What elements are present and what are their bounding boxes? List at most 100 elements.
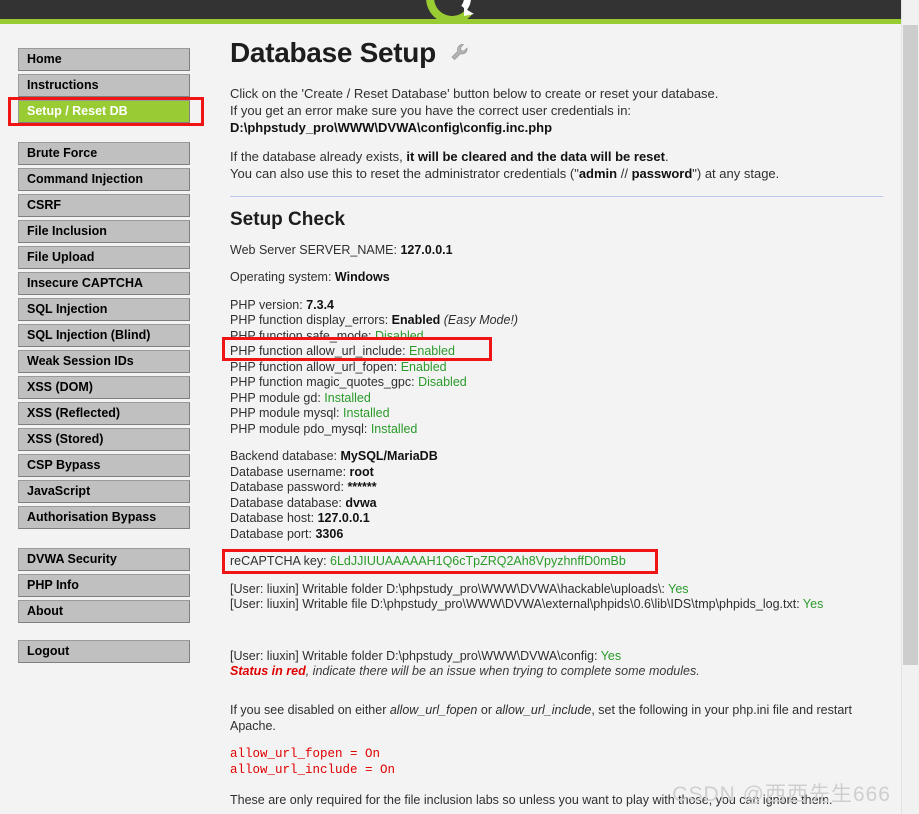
sidebar-item-xss-dom[interactable]: XSS (DOM)	[18, 376, 190, 399]
db-username-row: Database username: root	[230, 465, 885, 481]
module-mysql-label: PHP module mysql:	[230, 406, 344, 421]
default-username: admin	[578, 165, 618, 181]
php-checks-block: PHP version: 7.3.4 PHP function display_…	[230, 298, 885, 438]
main-navigation: Home Instructions Setup / Reset DB Brute…	[18, 48, 190, 666]
db-host-row: Database host: 127.0.0.1	[230, 511, 885, 527]
sidebar-item-authorisation-bypass[interactable]: Authorisation Bypass	[18, 506, 190, 529]
writable-phpids-label: [User: liuxin] Writable file D:\phpstudy…	[230, 597, 803, 612]
db-port-row: Database port: 3306	[230, 527, 885, 543]
writable-block-2: [User: liuxin] Writable folder D:\phpstu…	[230, 649, 885, 680]
nav-group-session: Logout	[18, 640, 190, 663]
module-gd-label: PHP module gd:	[230, 390, 325, 405]
browser-viewport: Home Instructions Setup / Reset DB Brute…	[0, 0, 919, 814]
sidebar-item-dvwa-security[interactable]: DVWA Security	[18, 548, 190, 571]
writable-uploads-row: [User: liuxin] Writable folder D:\phpstu…	[230, 582, 885, 598]
recaptcha-value: 6LdJJIUUAAAAAH1Q6cTpZRQ2Ah8VpyzhnffD0mBb	[330, 554, 626, 569]
module-pdo-mysql-label: PHP module pdo_mysql:	[230, 421, 371, 436]
allow-url-fopen-label: PHP function allow_url_fopen:	[230, 359, 401, 374]
writable-config-row: [User: liuxin] Writable folder D:\phpstu…	[230, 649, 885, 665]
safe-mode-value: Disabled	[375, 328, 424, 343]
nav-group-vulnerabilities: Brute Force Command Injection CSRF File …	[18, 142, 190, 529]
recaptcha-block: reCAPTCHA key: 6LdJJIUUAAAAAH1Q6cTpZRQ2A…	[230, 554, 885, 570]
db-host-label: Database host:	[230, 511, 318, 526]
writable-phpids-value: Yes	[802, 597, 824, 612]
db-username-label: Database username:	[230, 464, 350, 479]
allow-url-include-label: PHP function allow_url_include:	[230, 344, 410, 359]
safe-mode-row: PHP function safe_mode: Disabled	[230, 329, 885, 345]
db-password-row: Database password: ******	[230, 480, 885, 496]
backend-database-value: MySQL/MariaDB	[340, 449, 438, 464]
allow-url-include-row: PHP function allow_url_include: Enabled	[230, 344, 885, 360]
allow-url-include-value: Enabled	[409, 344, 455, 359]
sidebar-item-about[interactable]: About	[18, 600, 190, 623]
intro-line-1: Click on the 'Create / Reset Database' b…	[230, 85, 719, 101]
vertical-scrollbar-track[interactable]	[901, 0, 919, 814]
sidebar-item-javascript[interactable]: JavaScript	[18, 480, 190, 503]
sidebar-item-xss-reflected[interactable]: XSS (Reflected)	[18, 402, 190, 425]
disabled-note-include: allow_url_include	[495, 702, 592, 717]
disabled-note-b: or	[477, 702, 496, 717]
db-port-label: Database port:	[230, 526, 316, 541]
default-password: password	[631, 165, 693, 181]
main-content: Database Setup Click on the 'Create / Re…	[230, 37, 885, 814]
sidebar-item-sql-injection[interactable]: SQL Injection	[18, 298, 190, 321]
sidebar-item-brute-force[interactable]: Brute Force	[18, 142, 190, 165]
php-version-label: PHP version:	[230, 297, 307, 312]
magic-quotes-value: Disabled	[418, 375, 467, 390]
disabled-note-fopen: allow_url_fopen	[389, 702, 478, 717]
nav-group-main: Home Instructions Setup / Reset DB	[18, 48, 190, 123]
php-version-value: 7.3.4	[306, 297, 335, 312]
section-divider	[230, 195, 883, 197]
sidebar-item-csp-bypass[interactable]: CSP Bypass	[18, 454, 190, 477]
php-ini-snippet: allow_url_fopen = On allow_url_include = …	[230, 746, 885, 778]
sidebar-item-setup-reset-db[interactable]: Setup / Reset DB	[18, 100, 190, 123]
db-database-value: dvwa	[345, 495, 377, 510]
intro-paragraph-1: Click on the 'Create / Reset Database' b…	[230, 85, 885, 136]
display-errors-value: Enabled	[391, 313, 441, 328]
setup-check-heading: Setup Check	[230, 208, 346, 230]
module-gd-row: PHP module gd: Installed	[230, 391, 885, 407]
status-red-bold: Status in red	[230, 664, 306, 679]
module-pdo-mysql-row: PHP module pdo_mysql: Installed	[230, 422, 885, 438]
php-version-row: PHP version: 7.3.4	[230, 298, 885, 314]
module-mysql-value: Installed	[343, 406, 390, 421]
writable-config-value: Yes	[600, 648, 622, 663]
intro-paragraph-2: If the database already exists, it will …	[230, 148, 885, 182]
sidebar-item-instructions[interactable]: Instructions	[18, 74, 190, 97]
page-title-text: Database Setup	[230, 37, 436, 68]
config-path: D:\phpstudy_pro\WWW\DVWA\config\config.i…	[230, 119, 553, 135]
server-name-label: Web Server SERVER_NAME:	[230, 242, 401, 257]
sidebar-item-csrf[interactable]: CSRF	[18, 194, 190, 217]
sidebar-item-home[interactable]: Home	[18, 48, 190, 71]
status-red-note: Status in red, indicate there will be an…	[230, 664, 885, 680]
sidebar-item-file-upload[interactable]: File Upload	[18, 246, 190, 269]
os-label: Operating system:	[230, 270, 335, 285]
nav-divider-1	[18, 126, 190, 142]
database-block: Backend database: MySQL/MariaDB Database…	[230, 449, 885, 542]
vertical-scrollbar-thumb[interactable]	[903, 25, 918, 665]
watermark: CSDN @西西先生666	[672, 783, 891, 806]
db-database-label: Database database:	[230, 495, 346, 510]
wrench-icon	[449, 40, 471, 71]
sidebar-item-command-injection[interactable]: Command Injection	[18, 168, 190, 191]
server-name-row: Web Server SERVER_NAME: 127.0.0.1	[230, 243, 885, 259]
sidebar-item-xss-stored[interactable]: XSS (Stored)	[18, 428, 190, 451]
sidebar-item-sql-injection-blind[interactable]: SQL Injection (Blind)	[18, 324, 190, 347]
sidebar-item-php-info[interactable]: PHP Info	[18, 574, 190, 597]
writable-config-label: [User: liuxin] Writable folder D:\phpstu…	[230, 648, 601, 663]
operating-system-row: Operating system: Windows	[230, 270, 885, 286]
server-name-value: 127.0.0.1	[400, 242, 453, 257]
db-password-value: ******	[347, 480, 377, 495]
sidebar-item-weak-session-ids[interactable]: Weak Session IDs	[18, 350, 190, 373]
sidebar-item-file-inclusion[interactable]: File Inclusion	[18, 220, 190, 243]
intro-line-4-prefix: You can also use this to reset the admin…	[230, 165, 579, 181]
sidebar-item-logout[interactable]: Logout	[18, 640, 190, 663]
sidebar-item-insecure-captcha[interactable]: Insecure CAPTCHA	[18, 272, 190, 295]
magic-quotes-label: PHP function magic_quotes_gpc:	[230, 375, 419, 390]
db-database-row: Database database: dvwa	[230, 496, 885, 512]
module-pdo-mysql-value: Installed	[370, 421, 418, 436]
status-red-rest: , indicate there will be an issue when t…	[305, 664, 700, 679]
display-errors-note: (Easy Mode!)	[443, 313, 519, 328]
page-body: Home Instructions Setup / Reset DB Brute…	[0, 24, 901, 814]
